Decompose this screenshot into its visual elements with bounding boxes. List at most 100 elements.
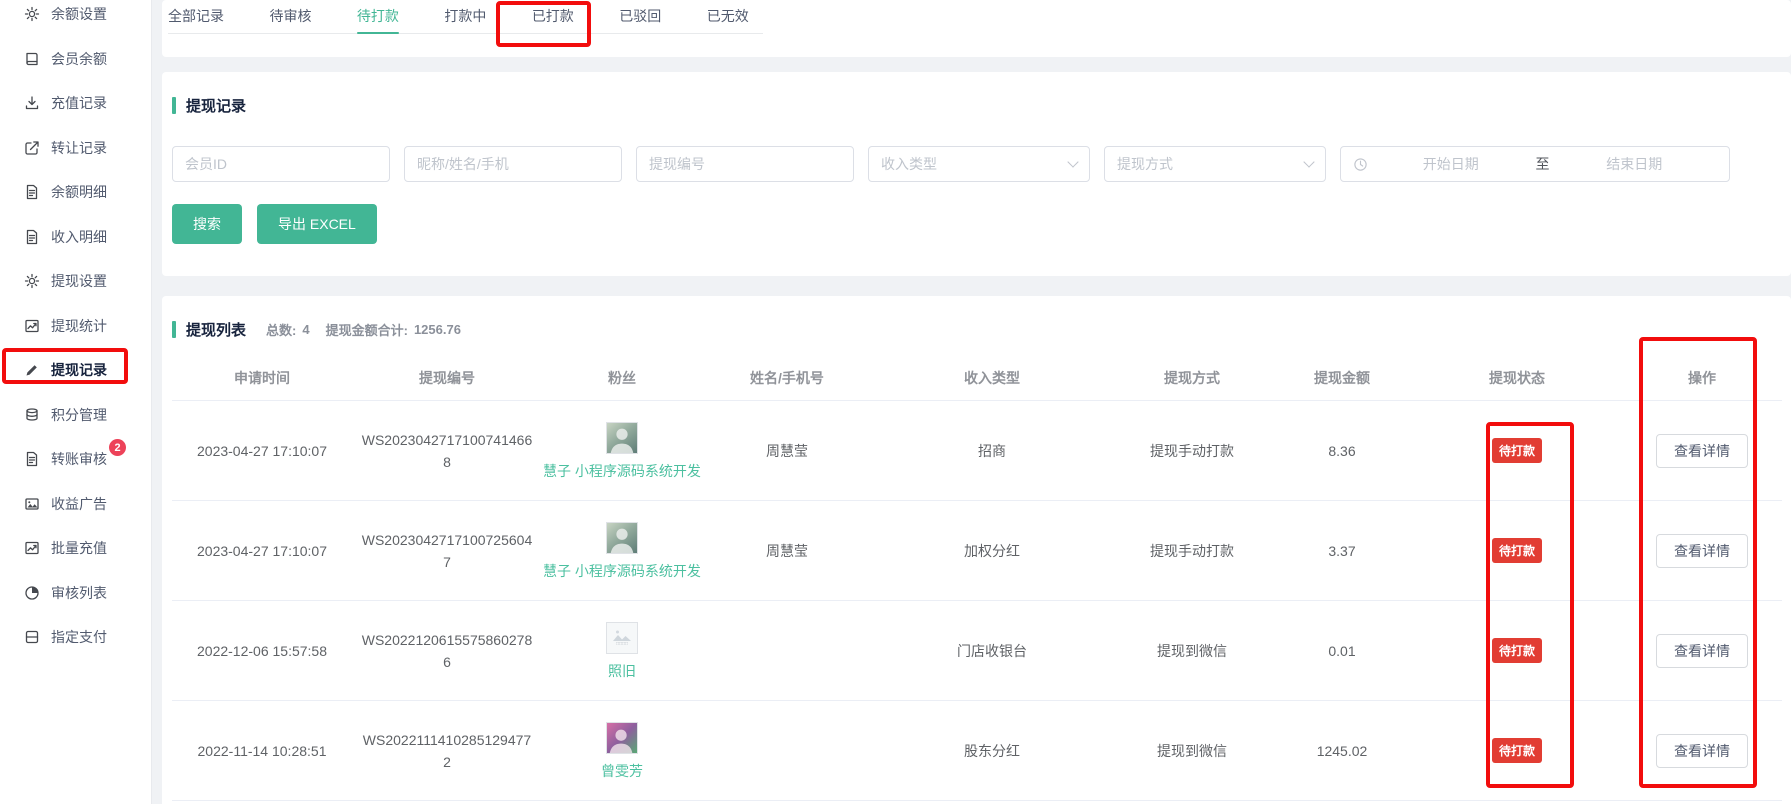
cell-fan: 慧子 小程序源码系统开发: [542, 422, 702, 480]
fan-name-link[interactable]: 照旧: [608, 662, 636, 680]
sidebar-item-withdraw-stats[interactable]: 提现统计: [0, 304, 151, 349]
cell-method: 提现到微信: [1112, 641, 1272, 661]
view-details-button[interactable]: 查看详情: [1656, 734, 1748, 768]
fan-avatar: [606, 422, 638, 454]
status-badge: 待打款: [1492, 538, 1542, 563]
withdraw-method-select[interactable]: 提现方式: [1104, 146, 1326, 182]
fan-name-link[interactable]: 曾雯芳: [601, 762, 643, 780]
placeholder-text: □□□□: [616, 642, 628, 647]
cell-action: 查看详情: [1622, 534, 1782, 568]
cell-income-type: 招商: [872, 441, 1112, 461]
withdraw-list-card: 提现列表 总数: 4 提现金额合计: 1256.76 申请时间 提现编号 粉丝 …: [162, 296, 1791, 804]
col-header-withdraw-no: 提现编号: [352, 368, 542, 388]
status-tabs: 全部记录 待审核 待打款 打款中 已打款 已驳回 已无效: [168, 8, 763, 34]
sidebar-item-member-balance[interactable]: 会员余额: [0, 37, 151, 82]
tab-rejected[interactable]: 已驳回: [619, 8, 661, 33]
view-details-button[interactable]: 查看详情: [1656, 434, 1748, 468]
fan-avatar-placeholder: □□□□: [606, 622, 638, 654]
cell-fan: 慧子 小程序源码系统开发: [542, 522, 702, 580]
sidebar-item-label: 提现记录: [51, 360, 107, 380]
col-header-apply-time: 申请时间: [172, 368, 352, 388]
view-details-button[interactable]: 查看详情: [1656, 534, 1748, 568]
fan-avatar: [606, 522, 638, 554]
sidebar-item-label: 批量充值: [51, 538, 107, 558]
withdraw-no-text: WS20230427171007256047: [361, 529, 533, 573]
cell-fan: □□□□ 照旧: [542, 622, 702, 680]
col-header-action: 操作: [1622, 368, 1782, 388]
fan-cell: 曾雯芳: [542, 722, 702, 780]
cell-apply-time: 2023-04-27 17:10:07: [172, 443, 352, 459]
sidebar-item-label: 转账审核: [51, 451, 107, 467]
sidebar-item-income-details[interactable]: 收入明细: [0, 215, 151, 260]
fan-name-link[interactable]: 慧子 小程序源码系统开发: [543, 562, 701, 580]
sidebar-item-batch-recharge[interactable]: 批量充值: [0, 526, 151, 571]
view-details-button[interactable]: 查看详情: [1656, 634, 1748, 668]
cell-apply-time: 2023-04-27 17:10:07: [172, 543, 352, 559]
cell-method: 提现手动打款: [1112, 541, 1272, 561]
sidebar-item-balance-details[interactable]: 余额明细: [0, 170, 151, 215]
withdraw-no-input[interactable]: [636, 146, 854, 182]
tab-pending-review[interactable]: 待审核: [269, 8, 311, 33]
tab-paid[interactable]: 已打款: [532, 8, 574, 33]
withdraw-no-text: WS20221114102851294772: [361, 729, 533, 773]
income-type-select[interactable]: 收入类型: [868, 146, 1090, 182]
amount-sum-label: 提现金额合计:: [326, 320, 408, 339]
search-section-title: 提现记录: [186, 95, 246, 116]
search-section-head: 提现记录: [172, 95, 1771, 116]
cell-withdraw-no: WS20221114102851294772: [352, 729, 542, 773]
sidebar-item-review-list[interactable]: 审核列表: [0, 571, 151, 616]
tab-pending-payment[interactable]: 待打款: [357, 8, 399, 33]
cell-status: 待打款: [1412, 638, 1622, 663]
file-text-icon: [24, 229, 40, 245]
book-icon: [24, 51, 40, 67]
sidebar-item-withdraw-records[interactable]: 提现记录: [0, 348, 151, 393]
cell-fan: 曾雯芳: [542, 722, 702, 780]
sidebar: 余额设置 会员余额 充值记录 转让记录 余额明细 收入明细 提现设置 提现统计: [0, 0, 152, 804]
filter-row: 收入类型 提现方式 开始日期 至 结束日期: [172, 146, 1771, 182]
fan-name-link[interactable]: 慧子 小程序源码系统开发: [543, 462, 701, 480]
tab-paying[interactable]: 打款中: [444, 8, 486, 33]
list-section-title: 提现列表: [186, 319, 246, 340]
cell-apply-time: 2022-12-06 15:57:58: [172, 643, 352, 659]
nickname-input[interactable]: [404, 146, 622, 182]
gauge-icon: [24, 585, 40, 601]
withdraw-records-page: 余额设置 会员余额 充值记录 转让记录 余额明细 收入明细 提现设置 提现统计: [0, 0, 1791, 804]
clock-icon: [1353, 157, 1368, 172]
col-header-fan: 粉丝: [542, 368, 702, 388]
member-id-input[interactable]: [172, 146, 390, 182]
cell-income-type: 股东分红: [872, 741, 1112, 761]
cell-status: 待打款: [1412, 438, 1622, 463]
status-badge: 待打款: [1492, 638, 1542, 663]
sidebar-item-label: 收益广告: [51, 494, 107, 514]
tab-all-records[interactable]: 全部记录: [168, 8, 224, 33]
cell-withdraw-no: WS20230427171007256047: [352, 529, 542, 573]
total-value: 4: [302, 322, 309, 337]
sidebar-item-label: 提现统计: [51, 316, 107, 336]
cell-status: 待打款: [1412, 738, 1622, 763]
tab-invalid[interactable]: 已无效: [707, 8, 749, 33]
total-label: 总数:: [266, 320, 296, 339]
external-link-icon: [24, 140, 40, 156]
notification-badge: 2: [109, 439, 126, 456]
end-date-placeholder: 结束日期: [1552, 154, 1718, 174]
sidebar-item-label: 余额设置: [51, 4, 107, 24]
sidebar-item-transfer-review[interactable]: 转账审核 2: [0, 437, 151, 482]
status-tabs-card: 全部记录 待审核 待打款 打款中 已打款 已驳回 已无效: [162, 0, 1791, 57]
sidebar-item-label: 提现设置: [51, 271, 107, 291]
withdraw-no-text: WS20230427171007414668: [361, 429, 533, 473]
col-header-name-phone: 姓名/手机号: [702, 368, 872, 388]
search-button[interactable]: 搜索: [172, 204, 242, 244]
sidebar-item-transfer-records[interactable]: 转让记录: [0, 126, 151, 171]
cell-withdraw-no: WS20221206155758602786: [352, 629, 542, 673]
sidebar-item-revenue-ads[interactable]: 收益广告: [0, 482, 151, 527]
cell-status: 待打款: [1412, 538, 1622, 563]
sidebar-item-recharge-records[interactable]: 充值记录: [0, 81, 151, 126]
sidebar-item-points-management[interactable]: 积分管理: [0, 393, 151, 438]
fan-avatar: [606, 722, 638, 754]
sidebar-item-designated-payment[interactable]: 指定支付: [0, 615, 151, 660]
sidebar-item-balance-settings[interactable]: 余额设置: [0, 0, 151, 37]
sidebar-item-label-wrap: 转账审核 2: [51, 449, 107, 469]
sidebar-item-withdraw-settings[interactable]: 提现设置: [0, 259, 151, 304]
date-range-picker[interactable]: 开始日期 至 结束日期: [1340, 146, 1730, 182]
export-excel-button[interactable]: 导出 EXCEL: [257, 204, 377, 244]
